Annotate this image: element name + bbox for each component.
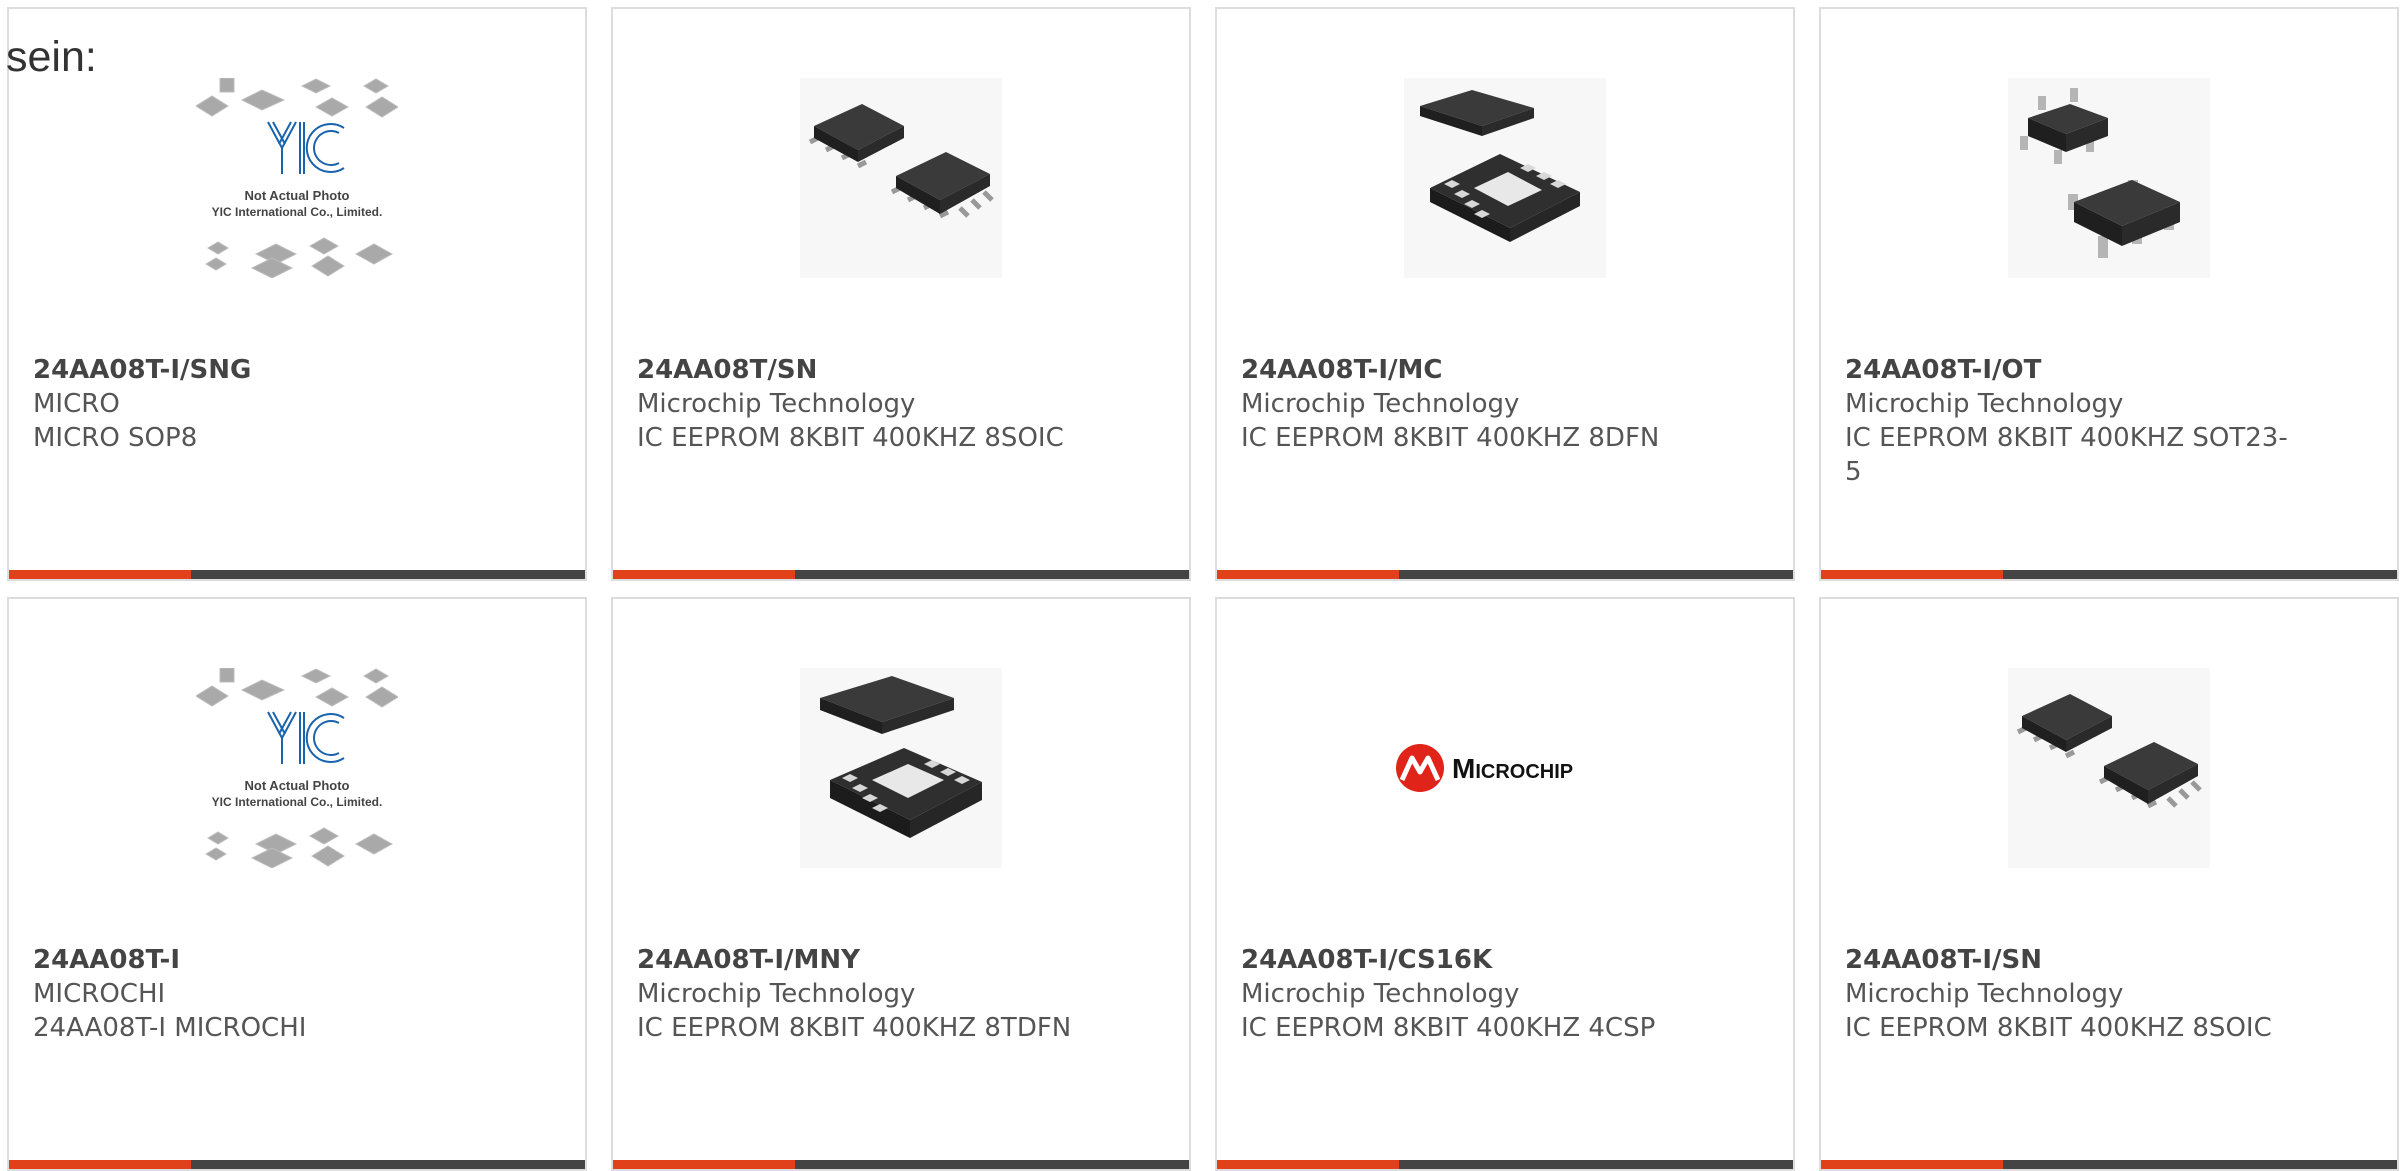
card-footer-bar — [9, 570, 585, 579]
description: IC EEPROM 8KBIT 400KHZ 8SOIC — [1845, 1013, 2272, 1043]
sot23-chip-image[interactable] — [2008, 78, 2210, 278]
card-footer-bar — [613, 1160, 1189, 1169]
placeholder-caption-2: YIC International Co., Limited. — [212, 205, 383, 219]
product-card[interactable]: 24AA08T-I/OT Microchip Technology IC EEP… — [1819, 7, 2399, 581]
placeholder-caption-1: Not Actual Photo — [245, 188, 350, 203]
product-info: 24AA08T/SN Microchip Technology IC EEPRO… — [637, 353, 1165, 455]
placeholder-caption-2: YIC International Co., Limited. — [212, 795, 383, 809]
product-card[interactable]: 24AA08T-I/MNY Microchip Technology IC EE… — [611, 597, 1191, 1171]
manufacturer: Microchip Technology — [1845, 979, 2124, 1009]
yic-placeholder-image[interactable]: Not Actual Photo YIC International Co., … — [196, 78, 398, 278]
product-card[interactable]: Not Actual Photo YIC International Co., … — [7, 7, 587, 581]
product-card[interactable]: 24AA08T/SN Microchip Technology IC EEPRO… — [611, 7, 1191, 581]
card-footer-bar — [1821, 570, 2397, 579]
product-card[interactable]: Not Actual Photo YIC International Co., … — [7, 597, 587, 1171]
description: 24AA08T-I MICROCHI — [33, 1013, 307, 1043]
product-info: 24AA08T-I/SNG MICRO MICRO SOP8 — [33, 353, 561, 455]
part-number-link[interactable]: 24AA08T/SN — [637, 353, 1165, 387]
description: IC EEPROM 8KBIT 400KHZ 8TDFN — [637, 1013, 1072, 1043]
product-grid: Not Actual Photo YIC International Co., … — [7, 7, 2399, 1171]
card-footer-bar — [1217, 1160, 1793, 1169]
description: IC EEPROM 8KBIT 400KHZ SOT23-5 — [1845, 423, 2288, 487]
card-footer-bar — [1821, 1160, 2397, 1169]
card-footer-bar — [1217, 570, 1793, 579]
part-number-link[interactable]: 24AA08T-I/SNG — [33, 353, 561, 387]
part-number-link[interactable]: 24AA08T-I — [33, 943, 561, 977]
description: MICRO SOP8 — [33, 423, 198, 453]
product-info: 24AA08T-I/OT Microchip Technology IC EEP… — [1845, 353, 2373, 489]
manufacturer: Microchip Technology — [637, 979, 916, 1009]
page-heading: sein: — [6, 33, 97, 81]
part-number-link[interactable]: 24AA08T-I/CS16K — [1241, 943, 1769, 977]
part-number-link[interactable]: 24AA08T-I/OT — [1845, 353, 2373, 387]
microchip-logo-text: Microchip — [1452, 753, 1573, 784]
yic-placeholder-image[interactable]: Not Actual Photo YIC International Co., … — [196, 668, 398, 868]
soic8-chip-image[interactable] — [2008, 668, 2210, 868]
microchip-logo-icon — [1396, 744, 1444, 792]
part-number-link[interactable]: 24AA08T-I/MC — [1241, 353, 1769, 387]
product-card[interactable]: 24AA08T-I/SN Microchip Technology IC EEP… — [1819, 597, 2399, 1171]
product-card[interactable]: 24AA08T-I/MC Microchip Technology IC EEP… — [1215, 7, 1795, 581]
product-info: 24AA08T-I/CS16K Microchip Technology IC … — [1241, 943, 1769, 1045]
product-card[interactable]: Microchip 24AA08T-I/CS16K Microchip Tech… — [1215, 597, 1795, 1171]
card-footer-bar — [9, 1160, 585, 1169]
part-number-link[interactable]: 24AA08T-I/SN — [1845, 943, 2373, 977]
tdfn8-chip-image[interactable] — [800, 668, 1002, 868]
manufacturer: Microchip Technology — [1241, 389, 1520, 419]
soic8-chip-image[interactable] — [800, 78, 1002, 278]
manufacturer: Microchip Technology — [1241, 979, 1520, 1009]
manufacturer: Microchip Technology — [637, 389, 916, 419]
card-footer-bar — [613, 570, 1189, 579]
product-info: 24AA08T-I/MC Microchip Technology IC EEP… — [1241, 353, 1769, 455]
part-number-link[interactable]: 24AA08T-I/MNY — [637, 943, 1165, 977]
microchip-logo-image[interactable]: Microchip — [1370, 668, 1640, 868]
description: IC EEPROM 8KBIT 400KHZ 4CSP — [1241, 1013, 1656, 1043]
product-info: 24AA08T-I MICROCHI 24AA08T-I MICROCHI — [33, 943, 561, 1045]
description: IC EEPROM 8KBIT 400KHZ 8DFN — [1241, 423, 1660, 453]
dfn8-chip-image[interactable] — [1404, 78, 1606, 278]
placeholder-caption-1: Not Actual Photo — [245, 778, 350, 793]
product-info: 24AA08T-I/MNY Microchip Technology IC EE… — [637, 943, 1165, 1045]
product-info: 24AA08T-I/SN Microchip Technology IC EEP… — [1845, 943, 2373, 1045]
manufacturer: MICROCHI — [33, 979, 166, 1009]
description: IC EEPROM 8KBIT 400KHZ 8SOIC — [637, 423, 1064, 453]
manufacturer: Microchip Technology — [1845, 389, 2124, 419]
manufacturer: MICRO — [33, 389, 120, 419]
